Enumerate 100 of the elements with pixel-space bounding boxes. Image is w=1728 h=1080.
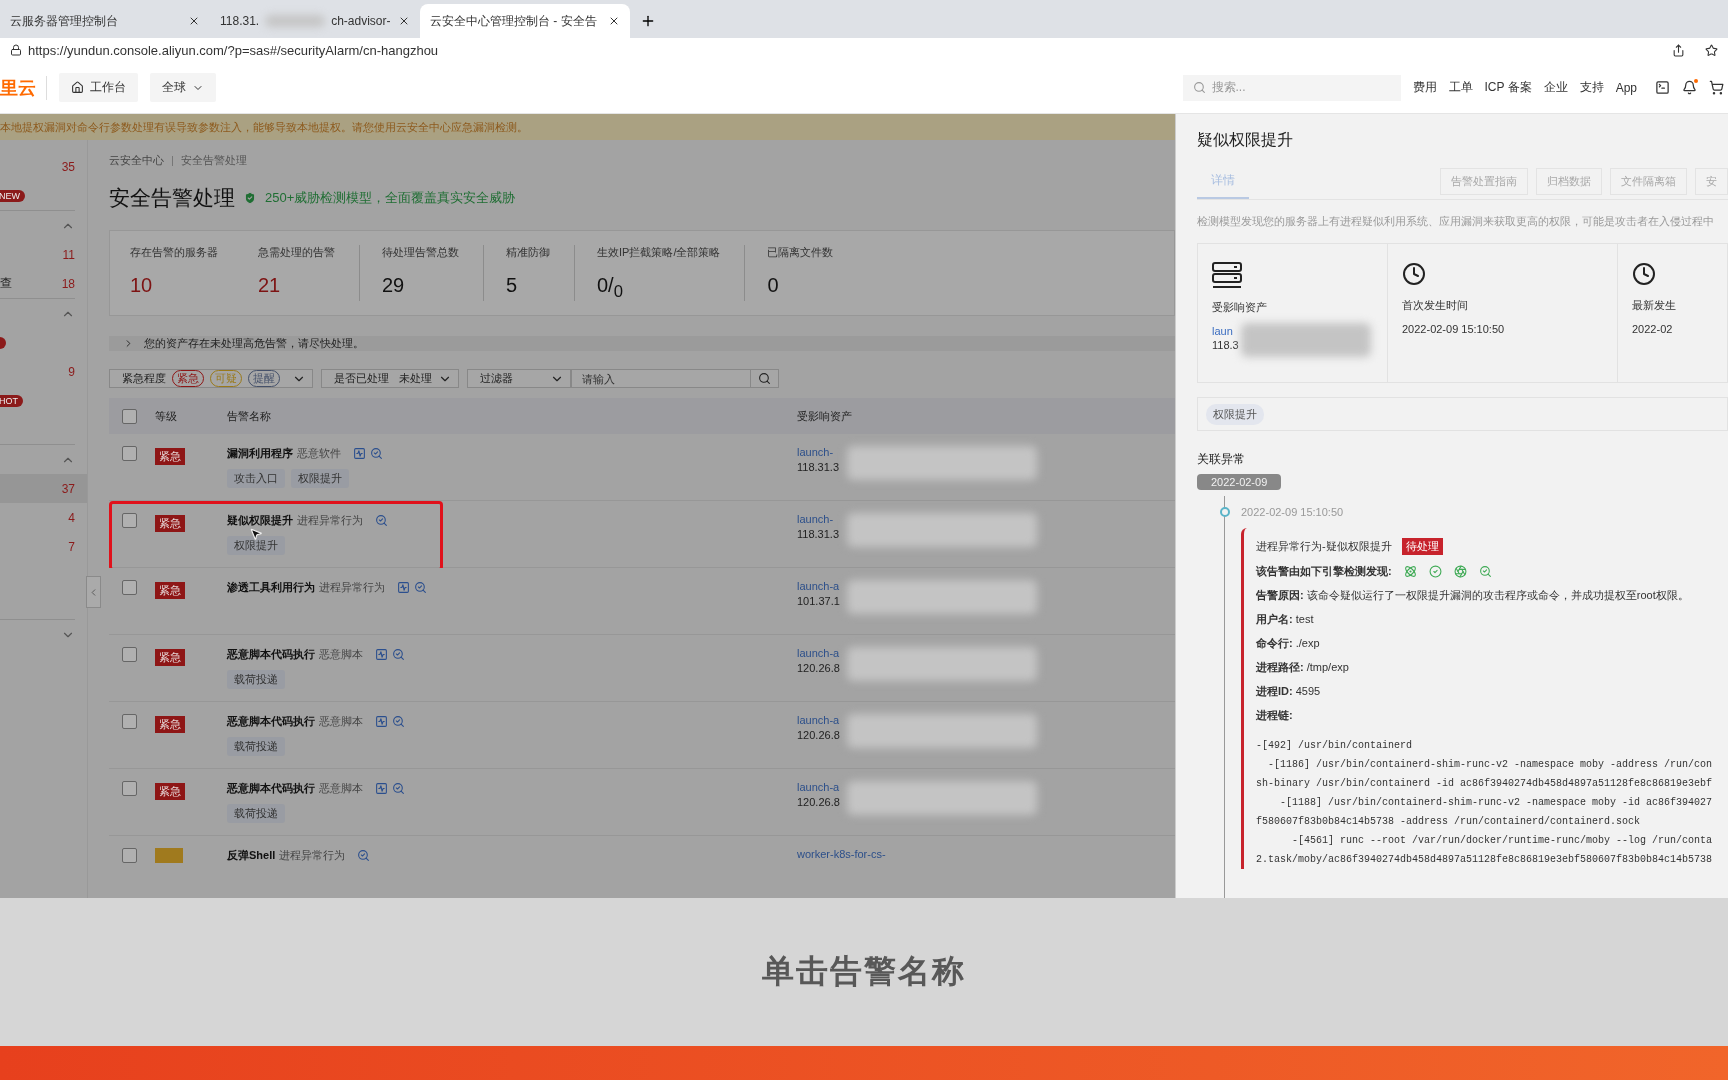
sidebar-item[interactable]: 9	[0, 357, 87, 386]
notice-bar[interactable]: 您的资产存在未处理高危告警，请尽快处理。	[109, 336, 1175, 351]
alert-category: 恶意脚本	[319, 781, 363, 796]
search-icon[interactable]	[414, 581, 427, 594]
search-icon[interactable]	[392, 715, 405, 728]
new-tab-icon[interactable]	[640, 13, 656, 29]
status-badge: 待处理	[1401, 538, 1443, 555]
table-row[interactable]: 紧急 渗透工具利用行为 进程异常行为 launch-a 101.37.1	[109, 568, 1175, 635]
nav-link[interactable]: 工单	[1448, 79, 1473, 96]
chart-icon[interactable]	[353, 447, 366, 460]
region-dropdown[interactable]: 全球	[150, 73, 216, 102]
search-icon[interactable]	[357, 849, 371, 862]
alert-name-link[interactable]: 渗透工具利用行为	[227, 580, 315, 595]
asset-ip: 118.31.3	[797, 528, 839, 540]
severity-badge: 紧急	[155, 448, 185, 465]
chart-icon[interactable]	[397, 581, 410, 594]
search-icon[interactable]	[375, 514, 388, 527]
asset-ip: 120.26.8	[797, 796, 840, 808]
nav-link[interactable]: 企业	[1543, 79, 1568, 96]
search-icon[interactable]	[392, 782, 405, 795]
event-field: 命令行: ./exp	[1256, 636, 1728, 651]
chart-icon[interactable]	[375, 782, 388, 795]
collapse-handle[interactable]	[86, 576, 101, 608]
tab-title: 云服务器管理控制台	[10, 12, 119, 30]
filter-dropdown[interactable]: 过滤器	[467, 369, 571, 388]
sidebar-item[interactable]: 11	[0, 240, 87, 269]
handled-filter[interactable]: 是否已处理 未处理	[321, 369, 459, 388]
sidebar-count: 35	[61, 159, 75, 174]
home-icon	[71, 81, 84, 94]
severity-filter[interactable]: 紧急程度 紧急 可疑 提醒	[109, 369, 313, 388]
alert-name-link[interactable]: 恶意脚本代码执行	[227, 781, 315, 796]
nav-link[interactable]: App	[1615, 80, 1637, 95]
lock-icon	[10, 44, 22, 56]
alert-tag: 载荷投递	[227, 804, 285, 823]
checkbox[interactable]	[122, 781, 137, 796]
workbench-button[interactable]: 工作台	[59, 73, 138, 102]
event-field: 用户名: test	[1256, 612, 1728, 627]
alert-tag: 权限提升	[291, 469, 349, 488]
description: 检测模型发现您的服务器上有进程疑似利用系统、应用漏洞来获取更高的权限，可能是攻击者在入侵过程中	[1197, 214, 1715, 229]
chart-icon[interactable]	[375, 715, 388, 728]
alert-category: 进程异常行为	[279, 848, 346, 863]
filter-value: 未处理	[399, 371, 432, 386]
chart-icon[interactable]	[375, 648, 388, 661]
warning-banner: 本地提权漏洞对命令行参数处理有误导致参数注入，能够导致本地提权。请您使用云安全中心应急漏洞检测。	[0, 114, 1175, 140]
bell-icon[interactable]	[1682, 80, 1697, 95]
breadcrumb-link[interactable]: 云安全中心	[109, 153, 164, 168]
alert-name-link[interactable]: 恶意脚本代码执行	[227, 647, 315, 662]
event-field: 告警原因: 该命令疑似运行了一权限提升漏洞的攻击程序或命令，并成功提权至root权限。	[1256, 588, 1728, 603]
checkbox[interactable]	[122, 446, 137, 461]
stat-label: 已隔离文件数	[767, 245, 834, 260]
cart-icon[interactable]	[1709, 80, 1724, 95]
sidebar-count: 4	[68, 510, 75, 525]
card-label: 首次发生时间	[1402, 298, 1469, 313]
asset-link[interactable]: laun	[1212, 325, 1239, 337]
engines-label: 该告警由如下引擎检测发现:	[1256, 564, 1392, 579]
checkbox[interactable]	[122, 513, 137, 528]
stat-value: 10	[130, 274, 154, 297]
checkbox[interactable]	[122, 580, 137, 595]
nav-link[interactable]: 支持	[1579, 79, 1604, 96]
share-icon[interactable]	[1672, 43, 1685, 57]
browser-tab[interactable]: 云安全中心管理控制台 - 安全告	[420, 4, 630, 38]
stat-label: 待处理告警总数	[382, 245, 459, 260]
search-icon[interactable]	[370, 447, 383, 460]
table-row[interactable]: 紧急 疑似权限提升 进程异常行为 权限提升 launch- 118.31.3	[109, 501, 1175, 568]
notice-text: 您的资产存在未处理高危告警，请尽快处理。	[144, 336, 364, 351]
alert-name-link[interactable]: 漏洞利用程序	[227, 446, 293, 461]
alert-name-link[interactable]: 恶意脚本代码执行	[227, 714, 315, 729]
asset-ip: 101.37.1	[797, 595, 840, 607]
browser-tab[interactable]: 云服务器管理控制台	[0, 4, 210, 38]
alert-name-link[interactable]: 疑似权限提升	[227, 513, 293, 528]
close-icon[interactable]	[608, 15, 620, 27]
terminal-icon[interactable]	[1655, 80, 1670, 95]
card-value: 2022-02-09 15:10:50	[1402, 323, 1506, 335]
sidebar-item[interactable]: 4	[0, 503, 87, 532]
search-field[interactable]: 请输入	[571, 369, 751, 388]
alert-category: 进程异常行为	[297, 513, 363, 528]
asset-ip: 120.26.8	[797, 662, 840, 674]
process-chain: -[492] /usr/bin/containerd -[1186] /usr/bin/containerd-shim-runc-v2 -namespace moby -address /run/con sh-binary /usr/bin/containerd -id ac86f3940274db458d4897a51128fe8c86819e3ebf -[1188] /usr/bin/containerd-shim-runc-v2 -namespace moby -id ac86f394027 f580607f83b0b84c14b5738 -address /run/containerd/containerd.sock -[4561] runc --root /var/run/docker/runtime-runc/moby --log /run/conta 2.task/moby/ac86f3940274db458d4897a51128fe8c86819e3ebf580607f83b0b84c14b5738	[1256, 739, 1714, 867]
sidebar-badge: HOT	[0, 394, 23, 407]
sidebar-item[interactable]: 35	[0, 152, 87, 181]
column-header: 等级	[155, 409, 177, 422]
severity-badge: 紧急	[155, 582, 185, 599]
search-icon[interactable]	[392, 648, 405, 661]
bookmark-icon[interactable]	[1705, 43, 1718, 57]
search-button[interactable]	[751, 369, 779, 388]
checkbox[interactable]	[122, 714, 137, 729]
browser-tab[interactable]: 118.31. ch-advisor-	[210, 4, 420, 38]
close-icon[interactable]	[188, 15, 200, 27]
checkbox[interactable]	[122, 647, 137, 662]
sidebar-item[interactable]: 7	[0, 532, 87, 561]
drawer-title: 疑似权限提升	[1197, 130, 1294, 150]
close-icon[interactable]	[398, 15, 410, 27]
sidebar-item[interactable]: 查 18	[0, 269, 87, 298]
alert-name-link[interactable]: 反弹Shell	[227, 848, 276, 863]
nav-link[interactable]: 费用	[1412, 79, 1437, 96]
nav-link[interactable]: ICP 备案	[1484, 79, 1532, 96]
checkbox[interactable]	[122, 848, 137, 863]
clock-icon	[1632, 262, 1656, 286]
stat-value: 5	[506, 274, 519, 297]
checkbox[interactable]	[122, 408, 137, 424]
